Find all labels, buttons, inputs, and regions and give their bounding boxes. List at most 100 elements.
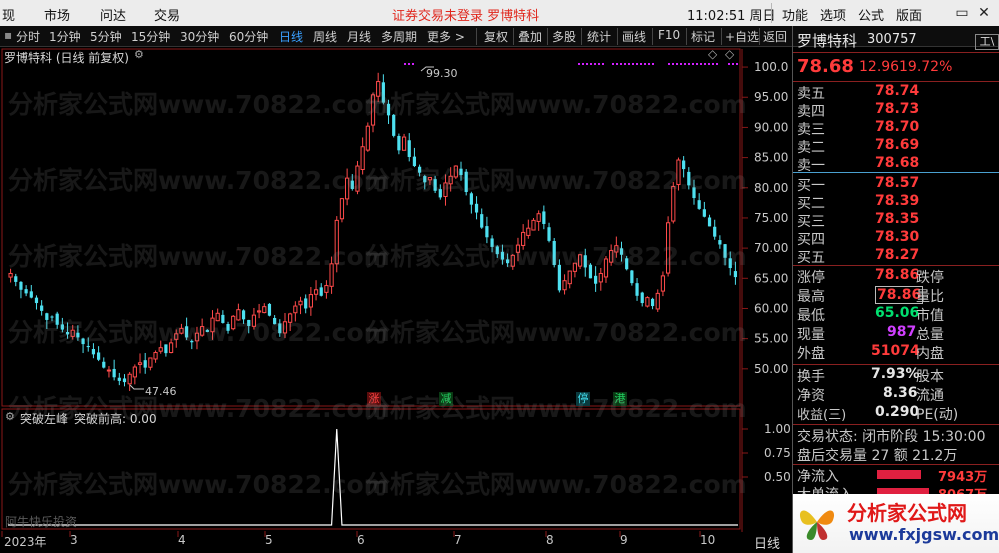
stat-row: 收益(三) 0.290 PE(动) — [793, 404, 999, 423]
adjust-button[interactable]: 复权 — [484, 28, 508, 45]
bid-row[interactable]: 买三 78.35 — [793, 211, 999, 230]
bid-row[interactable]: 买二 78.39 — [793, 193, 999, 212]
candle-body — [459, 168, 463, 176]
candle-body — [552, 241, 556, 266]
mark-button[interactable]: 标记 — [691, 28, 715, 45]
ask-price: 78.70 — [875, 119, 920, 135]
period-tab-15min[interactable]: 15分钟 — [131, 28, 170, 45]
candle-body — [728, 258, 732, 269]
site-logo-banner[interactable]: 分析家公式网 www.fxjgsw.com — [793, 494, 999, 553]
period-more-button[interactable]: 更多 > — [427, 28, 465, 45]
candle-body — [588, 264, 593, 279]
signal-dot — [594, 63, 596, 65]
change-percent: 19.72% — [899, 59, 953, 75]
stat-label: 换手 — [797, 369, 825, 385]
ask-price: 78.74 — [875, 83, 920, 99]
period-tab-daily[interactable]: 日线 — [279, 28, 303, 45]
f10-button[interactable]: F10 — [658, 28, 680, 42]
menu-item-0[interactable]: 现 — [2, 5, 15, 24]
candle-body — [453, 165, 458, 178]
add-watchlist-button[interactable]: +自选 — [725, 28, 759, 45]
price-tick-label: 85.00 — [754, 151, 788, 165]
collapse-icon[interactable]: ◇ — [725, 47, 734, 61]
period-tab-bottom[interactable]: 日线 — [754, 533, 780, 552]
ask-row[interactable]: 卖四 78.73 — [793, 101, 999, 120]
candle-body — [236, 309, 241, 321]
ask-book: 卖五 78.74 卖四 78.73 卖三 78.70 卖二 78.69 卖一 78.68 — [793, 83, 999, 175]
draw-line-button[interactable]: 画线 — [622, 28, 646, 45]
candle-body — [158, 347, 163, 352]
year-label: 2023年 — [4, 535, 47, 549]
period-tab-5min[interactable]: 5分钟 — [90, 28, 122, 45]
candle-body — [106, 369, 112, 372]
candle-body — [443, 182, 448, 198]
stat-label: 现量 — [797, 327, 825, 343]
candle-body — [132, 366, 137, 378]
indicator-settings-icon[interactable]: ⚙ — [5, 410, 15, 423]
menu-item-market[interactable]: 市场 — [44, 5, 70, 24]
kline-chart[interactable]: 100.0 95.00 90.00 85.00 80.00 75.00 70.00 65.00… — [0, 47, 792, 552]
indicator-name[interactable]: 突破左峰 — [20, 410, 68, 427]
candle-body — [313, 289, 319, 295]
candle-body — [469, 193, 473, 205]
signal-dot — [700, 63, 702, 65]
ask-price: 78.73 — [875, 101, 920, 117]
toolbar-grip-icon: ▪ — [4, 28, 13, 42]
restore-icon[interactable]: ▭ — [953, 4, 971, 22]
period-tab-monthly[interactable]: 月线 — [347, 28, 371, 45]
overlay-button[interactable]: 叠加 — [518, 28, 542, 45]
candle-body — [122, 378, 127, 383]
multi-stock-button[interactable]: 多股 — [552, 28, 576, 45]
candle-body — [127, 373, 132, 385]
stat-value: 7.93% — [871, 366, 920, 382]
menu-item-function[interactable]: 功能 — [782, 5, 808, 24]
period-tab-30min[interactable]: 30分钟 — [180, 28, 219, 45]
back-button[interactable]: 返回 — [763, 28, 787, 45]
statistics-button[interactable]: 统计 — [587, 28, 611, 45]
candle-body — [723, 244, 727, 258]
chart-settings-icon[interactable]: ⚙ — [134, 48, 144, 61]
stat-value: 51074 — [871, 343, 920, 359]
ask-row[interactable]: 卖五 78.74 — [793, 83, 999, 102]
signal-dot — [688, 63, 690, 65]
menu-item-formula[interactable]: 公式 — [858, 5, 884, 24]
ask-row[interactable]: 卖三 78.70 — [793, 119, 999, 138]
menu-item-options[interactable]: 选项 — [820, 5, 846, 24]
candle-body — [55, 313, 59, 325]
bid-row[interactable]: 买一 78.57 — [793, 175, 999, 194]
menu-item-trade[interactable]: 交易 — [154, 5, 180, 24]
flow-bar-fill — [877, 470, 921, 479]
toolbar-divider — [721, 28, 722, 45]
candle-body — [718, 240, 722, 245]
signal-label-zhang: 涨 — [367, 392, 381, 406]
period-tab-weekly[interactable]: 周线 — [313, 28, 337, 45]
period-tab-multi[interactable]: 多周期 — [381, 28, 417, 45]
bid-row[interactable]: 买四 78.30 — [793, 229, 999, 248]
login-notice[interactable]: 证券交易未登录 罗博特科 — [392, 5, 539, 24]
kline-chart-area[interactable]: 100.0 95.00 90.00 85.00 80.00 75.00 70.00 65.00… — [0, 47, 792, 552]
industry-tab[interactable]: 工\ — [975, 34, 999, 50]
candle-body — [567, 270, 572, 285]
close-icon[interactable]: ✕ — [975, 4, 993, 22]
indicator-tick-label: 0.75 — [764, 446, 791, 460]
candle-body — [687, 171, 691, 186]
diamond-icon[interactable]: ◇ — [708, 47, 717, 61]
period-tab-60min[interactable]: 60分钟 — [229, 28, 268, 45]
bid-row[interactable]: 买五 78.27 — [793, 247, 999, 266]
candle-body — [40, 305, 44, 311]
candle-body — [407, 140, 411, 157]
menu-item-wenda[interactable]: 问达 — [100, 5, 126, 24]
candle-body — [381, 82, 385, 103]
signal-dot — [632, 63, 634, 65]
candle-body — [697, 200, 701, 209]
stat-label: 最低 — [797, 308, 825, 324]
ask-row[interactable]: 卖二 78.69 — [793, 137, 999, 156]
menu-item-layout[interactable]: 版面 — [896, 5, 922, 24]
period-tab-1min[interactable]: 1分钟 — [49, 28, 81, 45]
signal-dot — [578, 63, 580, 65]
bid-price: 78.39 — [875, 193, 920, 209]
period-tab-intraday[interactable]: 分时 — [16, 28, 40, 45]
candle-body — [256, 310, 262, 313]
stat-value: 0.290 — [875, 404, 920, 420]
candle-body — [96, 352, 101, 360]
